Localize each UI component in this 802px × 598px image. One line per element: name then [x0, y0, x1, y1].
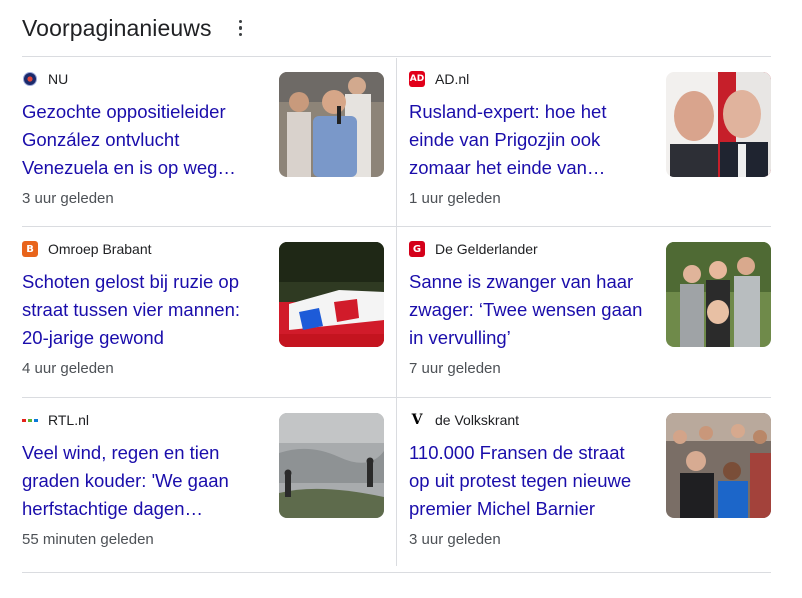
timestamp: 1 uur geleden: [409, 190, 501, 207]
volkskrant-logo-icon: V: [411, 412, 423, 428]
divider-top: [22, 56, 771, 57]
divider-bottom: [22, 572, 771, 573]
headline-link[interactable]: Veel wind, regen en tien graden kouder: …: [22, 439, 262, 523]
source-row: AD AD.nl: [409, 70, 469, 88]
source-row: G De Gelderlander: [409, 240, 538, 258]
article-thumbnail[interactable]: [279, 72, 384, 177]
source-name[interactable]: NU: [48, 71, 68, 87]
timestamp: 55 minuten geleden: [22, 531, 154, 548]
source-name[interactable]: RTL.nl: [48, 412, 89, 428]
article-thumbnail[interactable]: [666, 413, 771, 518]
headline-link[interactable]: Sanne is zwanger van haar zwager: ‘Twee …: [409, 268, 649, 352]
article-thumbnail[interactable]: [279, 242, 384, 347]
more-options-icon[interactable]: [234, 18, 248, 38]
section-header: Voorpaginanieuws: [22, 10, 248, 46]
nu-logo-icon: [22, 71, 38, 87]
source-name[interactable]: Omroep Brabant: [48, 241, 152, 257]
source-name[interactable]: AD.nl: [435, 71, 469, 87]
article-thumbnail[interactable]: [666, 72, 771, 177]
news-card[interactable]: AD AD.nl Rusland-expert: hoe het einde v…: [409, 60, 771, 228]
timestamp: 4 uur geleden: [22, 360, 114, 377]
timestamp: 3 uur geleden: [409, 531, 501, 548]
source-name[interactable]: de Volkskrant: [435, 412, 519, 428]
news-card[interactable]: B Omroep Brabant Schoten gelost bij ruzi…: [22, 230, 384, 398]
omroep-brabant-logo-icon: B: [22, 241, 38, 257]
headline-link[interactable]: 110.000 Fransen de straat op uit protest…: [409, 439, 649, 523]
divider-column: [396, 58, 397, 566]
timestamp: 7 uur geleden: [409, 360, 501, 377]
headline-link[interactable]: Gezochte oppositieleider González ontvlu…: [22, 98, 262, 182]
article-thumbnail[interactable]: [666, 242, 771, 347]
headline-link[interactable]: Rusland-expert: hoe het einde van Prigoz…: [409, 98, 649, 182]
rtl-logo-icon: [22, 412, 38, 428]
de-gelderlander-logo-icon: G: [409, 241, 425, 257]
headline-link[interactable]: Schoten gelost bij ruzie op straat tusse…: [22, 268, 262, 352]
source-row: B Omroep Brabant: [22, 240, 152, 258]
news-card[interactable]: RTL.nl Veel wind, regen en tien graden k…: [22, 401, 384, 569]
news-card[interactable]: V de Volkskrant 110.000 Fransen de straa…: [409, 401, 771, 569]
source-row: RTL.nl: [22, 411, 89, 429]
news-card[interactable]: NU Gezochte oppositieleider González ont…: [22, 60, 384, 228]
source-name[interactable]: De Gelderlander: [435, 241, 538, 257]
timestamp: 3 uur geleden: [22, 190, 114, 207]
news-card[interactable]: G De Gelderlander Sanne is zwanger van h…: [409, 230, 771, 398]
source-row: NU: [22, 70, 68, 88]
source-row: V de Volkskrant: [409, 411, 520, 429]
article-thumbnail[interactable]: [279, 413, 384, 518]
ad-logo-icon: AD: [409, 71, 425, 87]
section-title: Voorpaginanieuws: [22, 14, 212, 41]
